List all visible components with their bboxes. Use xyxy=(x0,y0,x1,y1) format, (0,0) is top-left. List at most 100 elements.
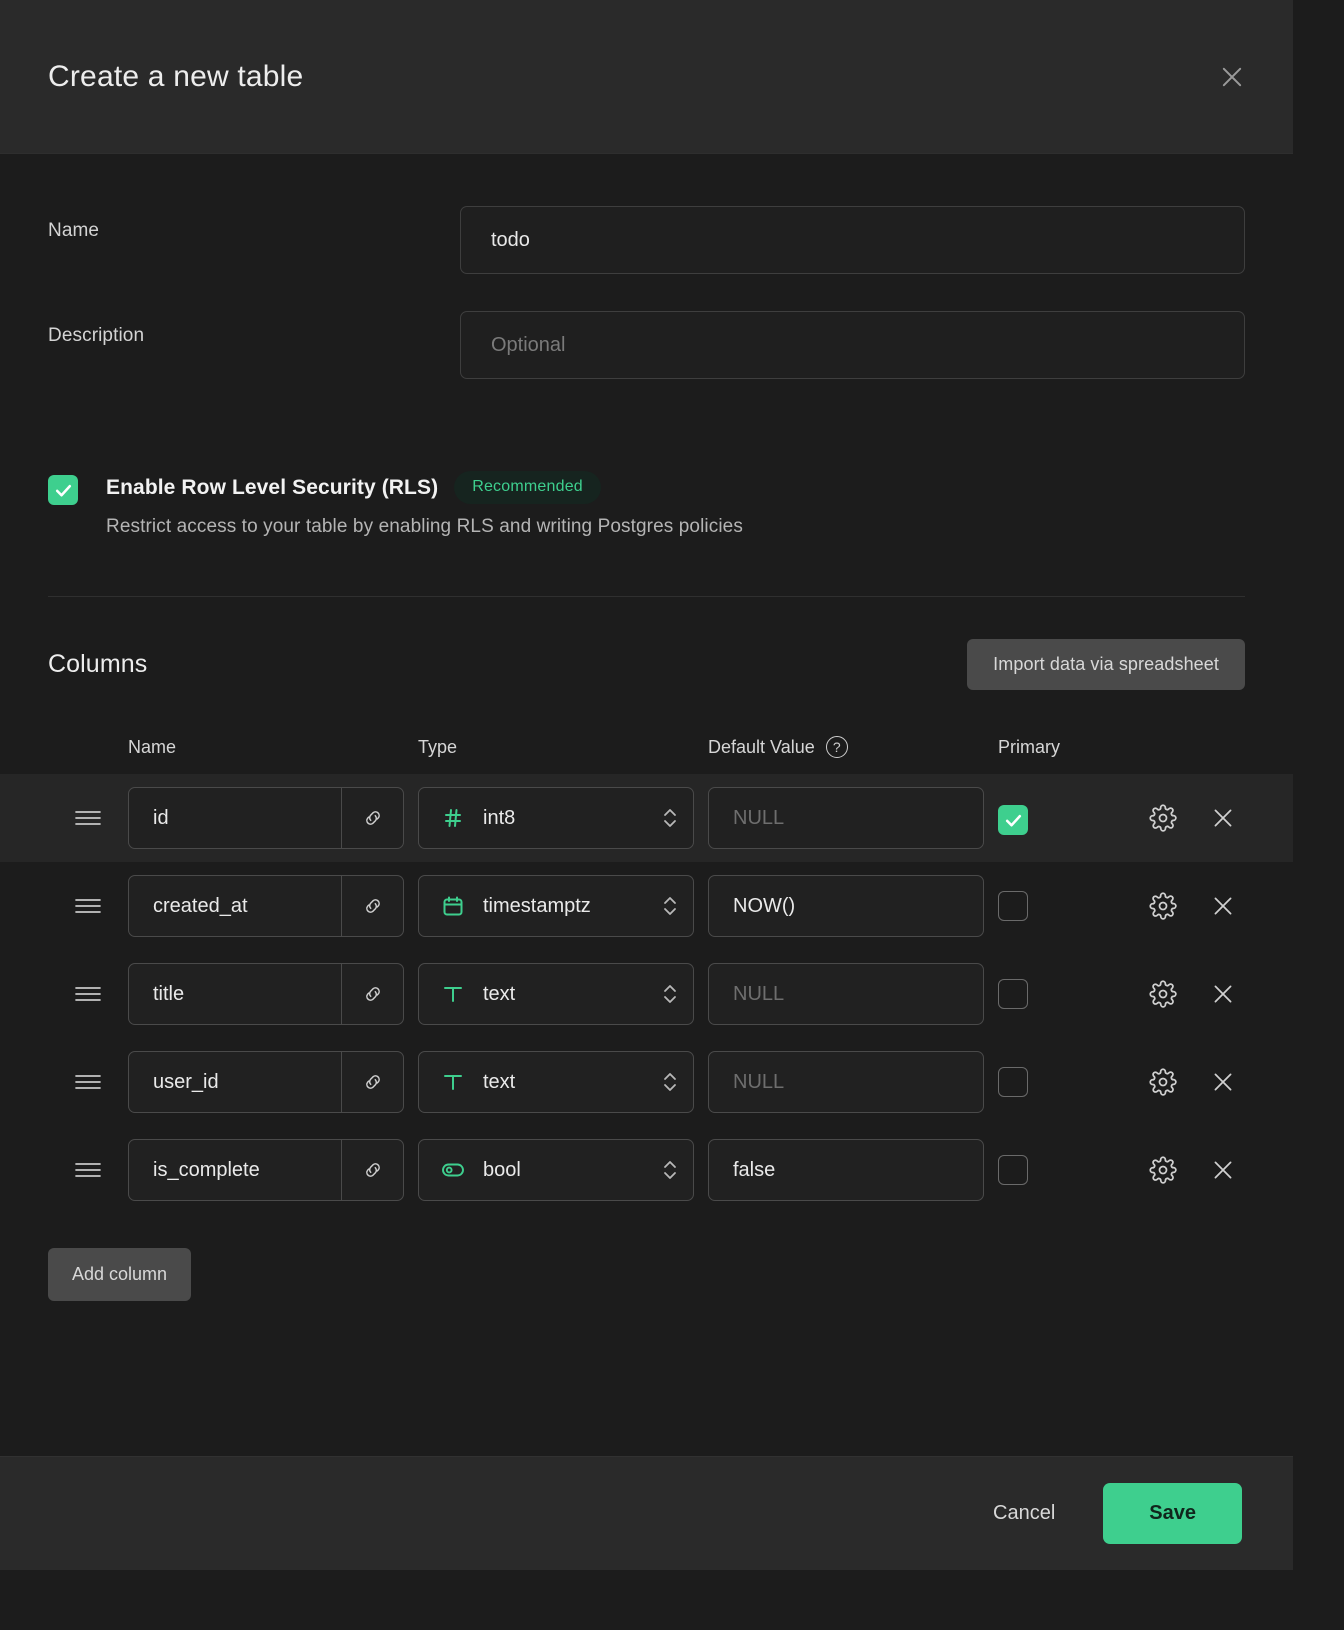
help-icon[interactable]: ? xyxy=(825,736,848,758)
column-name-input[interactable]: user_id xyxy=(128,1051,404,1113)
description-label: Description xyxy=(48,325,145,346)
modal-body: Name todo Description Optional Enable Ro… xyxy=(0,154,1293,1402)
column-type-value: int8 xyxy=(483,806,516,829)
chevron-updown-icon xyxy=(661,1069,679,1095)
save-button[interactable]: Save xyxy=(1103,1483,1242,1544)
column-actions-cell xyxy=(1148,979,1245,1009)
column-type-value: timestamptz xyxy=(483,894,591,917)
gear-icon[interactable] xyxy=(1148,803,1178,833)
remove-column-icon[interactable] xyxy=(1208,1155,1238,1185)
column-type-select[interactable]: text xyxy=(418,1051,694,1113)
grid-header-default-label: Default Value xyxy=(708,736,815,757)
close-icon[interactable] xyxy=(1215,60,1249,94)
page-title: Create a new table xyxy=(48,59,304,93)
column-name-cell: created_at xyxy=(128,875,418,937)
drag-handle-icon[interactable] xyxy=(48,809,128,827)
link-icon[interactable] xyxy=(341,1140,403,1200)
column-type-select[interactable]: timestamptz xyxy=(418,875,694,937)
column-name-input[interactable]: is_complete xyxy=(128,1139,404,1201)
column-name-input[interactable]: id xyxy=(128,787,404,849)
gear-icon[interactable] xyxy=(1148,1155,1178,1185)
link-icon[interactable] xyxy=(341,1052,403,1112)
table-description-placeholder: Optional xyxy=(491,333,566,356)
text-icon xyxy=(439,1070,467,1094)
column-default-cell: NOW() xyxy=(708,875,998,937)
column-default-input[interactable]: NOW() xyxy=(708,875,984,937)
table-name-value: todo xyxy=(491,228,530,251)
rls-checkbox[interactable] xyxy=(48,475,78,505)
column-type-select[interactable]: bool xyxy=(418,1139,694,1201)
gear-icon[interactable] xyxy=(1148,979,1178,1009)
chevron-updown-icon xyxy=(661,805,679,831)
rls-title: Enable Row Level Security (RLS) xyxy=(106,475,439,499)
table-row: created_at timestamptz NOW() xyxy=(0,862,1293,950)
column-actions-cell xyxy=(1148,1155,1245,1185)
link-icon[interactable] xyxy=(341,788,403,848)
table-row: id int8 NULL xyxy=(0,774,1293,862)
primary-checkbox[interactable] xyxy=(998,979,1028,1009)
remove-column-icon[interactable] xyxy=(1208,979,1238,1009)
column-type-cell: text xyxy=(418,1051,708,1113)
columns-grid-header: Name Type Default Value ? Primary xyxy=(0,736,1293,758)
drag-handle-icon[interactable] xyxy=(48,985,128,1003)
rls-subtitle: Restrict access to your table by enablin… xyxy=(106,516,743,537)
column-actions-cell xyxy=(1148,803,1245,833)
calendar-icon xyxy=(439,894,467,918)
gear-icon[interactable] xyxy=(1148,1067,1178,1097)
column-name-cell: title xyxy=(128,963,418,1025)
primary-checkbox[interactable] xyxy=(998,891,1028,921)
column-primary-cell xyxy=(998,1067,1148,1097)
primary-checkbox[interactable] xyxy=(998,1067,1028,1097)
text-icon xyxy=(439,982,467,1006)
hash-icon xyxy=(439,806,467,830)
column-default-input[interactable]: NULL xyxy=(708,1051,984,1113)
table-name-input[interactable]: todo xyxy=(460,206,1245,274)
column-primary-cell xyxy=(998,1155,1148,1185)
rls-text: Enable Row Level Security (RLS) Recommen… xyxy=(106,471,743,538)
column-type-value: text xyxy=(483,1070,516,1093)
column-default-input[interactable]: false xyxy=(708,1139,984,1201)
column-default-input[interactable]: NULL xyxy=(708,963,984,1025)
column-name-input[interactable]: title xyxy=(128,963,404,1025)
column-type-select[interactable]: int8 xyxy=(418,787,694,849)
link-icon[interactable] xyxy=(341,876,403,936)
column-type-select[interactable]: text xyxy=(418,963,694,1025)
chevron-updown-icon xyxy=(661,981,679,1007)
cancel-button[interactable]: Cancel xyxy=(989,1492,1059,1535)
column-type-cell: timestamptz xyxy=(418,875,708,937)
drag-handle-icon[interactable] xyxy=(48,897,128,915)
grid-header-primary: Primary xyxy=(998,736,1060,757)
name-row: Name todo xyxy=(0,206,1293,274)
column-name-input[interactable]: created_at xyxy=(128,875,404,937)
column-name-value: user_id xyxy=(153,1070,219,1093)
column-default-cell: NULL xyxy=(708,1051,998,1113)
primary-checkbox[interactable] xyxy=(998,1155,1028,1185)
column-actions-cell xyxy=(1148,1067,1245,1097)
remove-column-icon[interactable] xyxy=(1208,891,1238,921)
gear-icon[interactable] xyxy=(1148,891,1178,921)
primary-checkbox[interactable] xyxy=(998,805,1028,835)
column-rows: id int8 NULL created_at timestamptz NOW(… xyxy=(0,774,1293,1214)
table-row: is_complete bool false xyxy=(0,1126,1293,1214)
import-spreadsheet-button[interactable]: Import data via spreadsheet xyxy=(967,639,1245,690)
name-label: Name xyxy=(48,220,100,241)
column-type-value: bool xyxy=(483,1158,521,1181)
section-divider xyxy=(48,596,1245,597)
remove-column-icon[interactable] xyxy=(1208,803,1238,833)
column-type-cell: int8 xyxy=(418,787,708,849)
table-row: title text NULL xyxy=(0,950,1293,1038)
rls-block: Enable Row Level Security (RLS) Recommen… xyxy=(0,471,1293,538)
column-default-input[interactable]: NULL xyxy=(708,787,984,849)
add-column-button[interactable]: Add column xyxy=(48,1248,192,1301)
grid-header-name: Name xyxy=(128,736,177,757)
column-default-cell: NULL xyxy=(708,963,998,1025)
column-default-cell: false xyxy=(708,1139,998,1201)
drag-handle-icon[interactable] xyxy=(48,1073,128,1091)
table-description-input[interactable]: Optional xyxy=(460,311,1245,379)
link-icon[interactable] xyxy=(341,964,403,1024)
table-row: user_id text NULL xyxy=(0,1038,1293,1126)
drag-handle-icon[interactable] xyxy=(48,1161,128,1179)
column-name-value: title xyxy=(153,982,185,1005)
column-type-cell: bool xyxy=(418,1139,708,1201)
remove-column-icon[interactable] xyxy=(1208,1067,1238,1097)
